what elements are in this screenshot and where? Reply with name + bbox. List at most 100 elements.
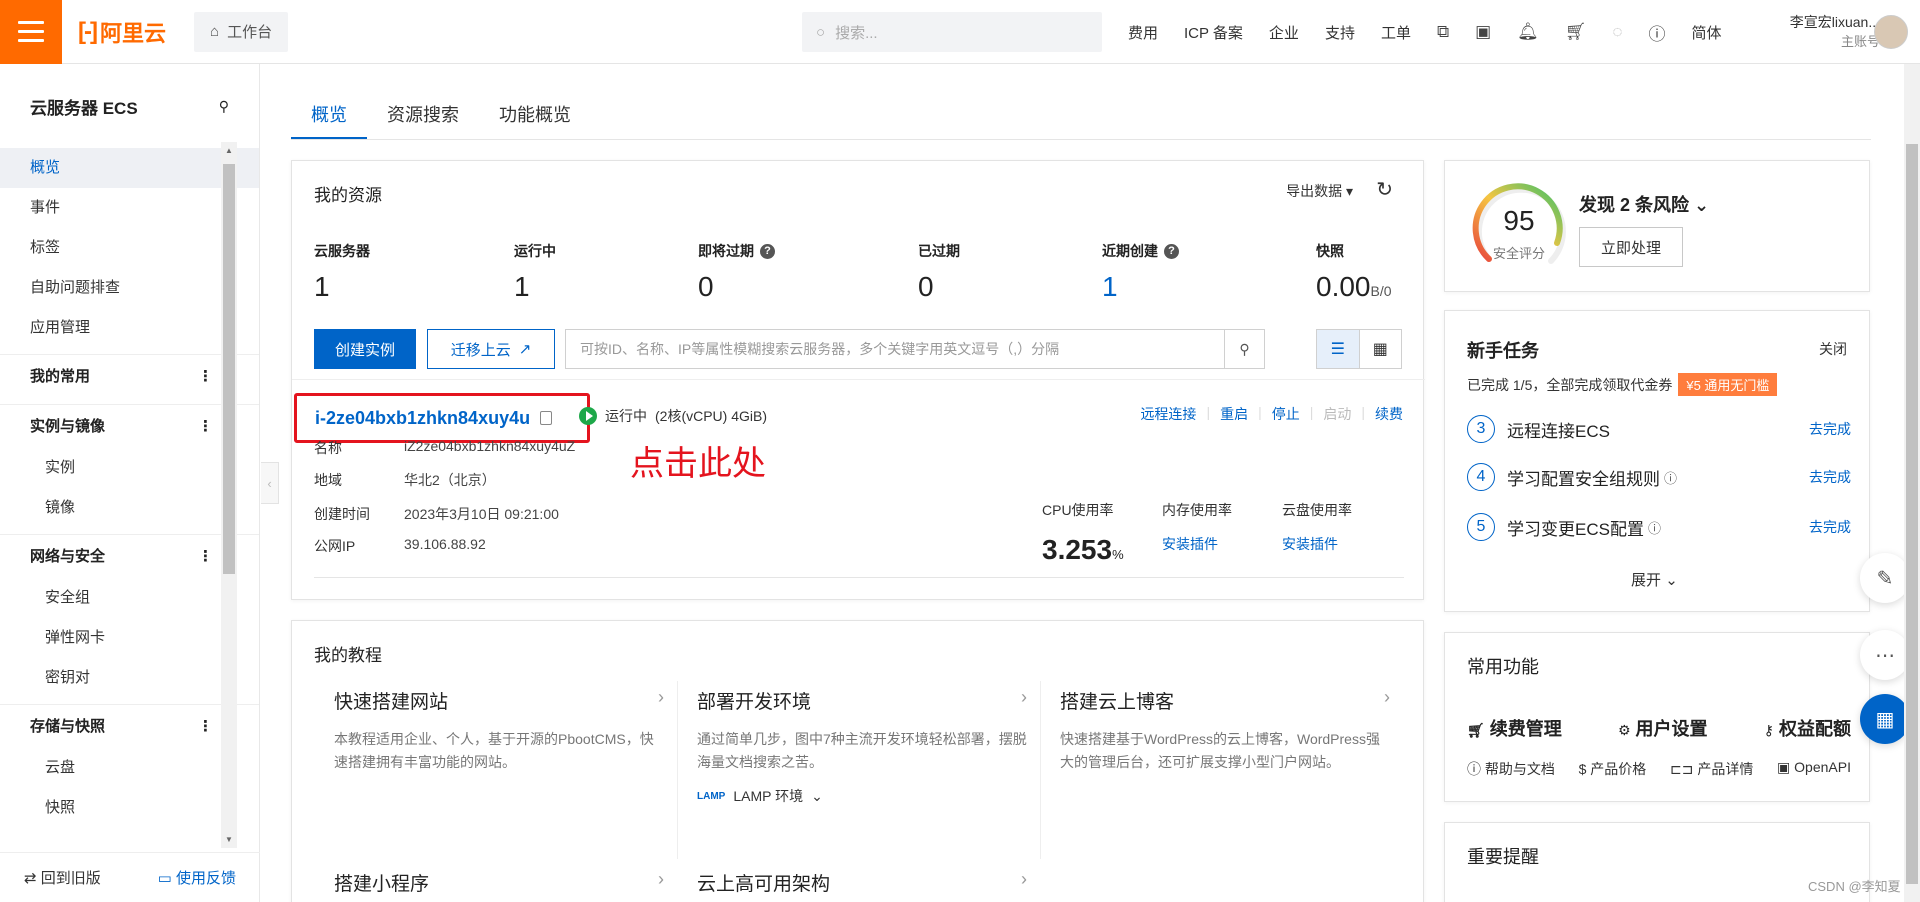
install-plugin-link[interactable]: 安装插件 (1162, 534, 1232, 554)
top-nav: 费用 ICP 备案 企业 支持 工单 ⧉ ▣ 🔔︎ 🛒︎ ◌ ⓘ 简体 (1128, 0, 1721, 64)
chevron-right-icon: › (1384, 687, 1390, 707)
task-item: 4 学习配置安全组规则 ⓘ 去完成 (1467, 463, 1851, 491)
nav-support[interactable]: 支持 (1325, 22, 1355, 43)
refresh-icon[interactable]: ↻ (1376, 177, 1393, 202)
pricing-link[interactable]: $ 产品价格 (1579, 759, 1647, 779)
risk-summary[interactable]: 发现 2 条风险 ⌄ (1579, 191, 1709, 217)
avatar[interactable] (1874, 15, 1908, 49)
help-icon[interactable]: ⓘ (1648, 20, 1665, 45)
workbench-button[interactable]: ⌂ 工作台 (194, 11, 289, 52)
start-link: 启动 (1323, 406, 1352, 422)
instance-id-highlight[interactable]: i-2ze04bxb1zhkn84xuy4u (294, 393, 590, 443)
help-icon[interactable]: ⓘ (1664, 468, 1677, 487)
expand-tasks-button[interactable]: 展开 ⌄ (1631, 569, 1678, 590)
nav-fees[interactable]: 费用 (1128, 22, 1158, 43)
product-details-link[interactable]: ⊏⊐ 产品详情 (1670, 759, 1753, 779)
help-icon[interactable]: ⓘ (1648, 518, 1661, 537)
cart-icon[interactable]: 🛒︎ (1565, 22, 1587, 42)
remote-connect-link[interactable]: 远程连接 (1140, 404, 1196, 424)
openapi-link[interactable]: ▣ OpenAPI (1777, 759, 1851, 779)
edit-icon[interactable]: ✎ (1860, 553, 1910, 603)
my-resources-card: 我的资源 导出数据 ▾ ↻ 云服务器 1 运行中 1 即将过期? 0 已过期 0… (291, 160, 1425, 600)
tasks-close-button[interactable]: 关闭 (1819, 339, 1847, 359)
page-scrollbar[interactable] (1904, 64, 1920, 902)
task-go-link[interactable]: 去完成 (1809, 467, 1851, 487)
tutorial-website[interactable]: 快速搭建网站 › 本教程适用企业、个人，基于开源的PbootCMS，快速搭建拥有丰… (334, 687, 664, 774)
common-functions-card: 常用功能 🛒︎ 续费管理 ⚙ 用户设置 ⚷ 权益配额 ⓘ 帮助与文档 $ 产品价… (1444, 632, 1870, 802)
chat-icon[interactable]: ⋯ (1860, 630, 1910, 680)
tab-overview[interactable]: 概览 (291, 91, 367, 139)
help-docs-link[interactable]: ⓘ 帮助与文档 (1467, 759, 1555, 779)
renew-link[interactable]: 续费 (1375, 404, 1403, 424)
instance-search-input[interactable]: 可按ID、名称、IP等属性模糊搜索云服务器，多个关键字用英文逗号（,）分隔 ⚲ (565, 329, 1265, 369)
account-info[interactable]: 李宣宏lixuan... 主账号 (1760, 12, 1880, 52)
divider (677, 681, 678, 859)
stop-link[interactable]: 停止 (1272, 404, 1300, 424)
divider (314, 577, 1404, 578)
reminders-title: 重要提醒 (1467, 847, 1539, 867)
language-switch[interactable]: 简体 (1691, 22, 1721, 43)
help-icon[interactable]: ? (1164, 243, 1179, 259)
stat-servers[interactable]: 云服务器 1 (314, 241, 370, 303)
tab-resource-search[interactable]: 资源搜索 (367, 91, 479, 139)
feedback-link[interactable]: ▭ 使用反馈 (158, 867, 236, 888)
task-go-link[interactable]: 去完成 (1809, 517, 1851, 537)
view-toggle: ☰ ▦ (1316, 329, 1402, 369)
more-icon[interactable]: ⋮ (198, 355, 213, 398)
handle-now-button[interactable]: 立即处理 (1579, 227, 1683, 267)
restart-link[interactable]: 重启 (1220, 404, 1248, 424)
renewal-management-link[interactable]: 🛒︎ 续费管理 (1467, 715, 1562, 741)
tasks-title: 新手任务 (1467, 341, 1539, 361)
more-icon[interactable]: ⋮ (198, 705, 213, 748)
more-icon[interactable]: ⋮ (198, 535, 213, 578)
help-icon[interactable]: ? (760, 243, 775, 259)
lamp-logo-icon: LAMP (697, 790, 726, 802)
functions-primary: 🛒︎ 续费管理 ⚙ 用户设置 ⚷ 权益配额 (1467, 715, 1851, 741)
back-to-old-version[interactable]: ⇄ 回到旧版 (24, 867, 101, 888)
stat-expiring[interactable]: 即将过期? 0 (698, 241, 775, 303)
bulb-icon[interactable]: ◌ (1612, 22, 1622, 42)
task-go-link[interactable]: 去完成 (1809, 419, 1851, 439)
create-instance-button[interactable]: 创建实例 (314, 329, 416, 369)
tab-feature-overview[interactable]: 功能概览 (479, 91, 591, 139)
beginner-tasks-card: 新手任务 关闭 已完成 1/5，全部完成领取代金券 ¥5 通用无门槛 3 远程连接… (1444, 310, 1870, 612)
resources-title: 我的资源 (314, 186, 382, 205)
stat-running[interactable]: 运行中 1 (514, 241, 556, 303)
tutorial-dev-env[interactable]: 部署开发环境 › 通过简单几步，图中7种主流开发环境轻松部署，摆脱海量文档搜索之苦… (697, 687, 1027, 806)
account-name: 李宣宏lixuan... (1789, 14, 1880, 30)
nav-ticket[interactable]: 工单 (1381, 22, 1411, 43)
list-view-icon[interactable]: ☰ (1317, 330, 1360, 368)
code-icon[interactable]: ⧉ (1437, 22, 1449, 42)
tutorial-ha-arch[interactable]: 云上高可用架构 › (697, 869, 1027, 896)
bell-icon[interactable]: 🔔︎ (1517, 22, 1539, 42)
apps-icon[interactable]: ▦ (1860, 694, 1910, 744)
more-icon[interactable]: ⋮ (198, 405, 213, 448)
stat-snapshots[interactable]: 快照 0.00B/0 (1316, 241, 1392, 303)
nav-icp[interactable]: ICP 备案 (1184, 22, 1243, 43)
sidebar-scrollbar[interactable]: ▲ ▼ (221, 142, 237, 848)
aliyun-logo[interactable]: [-] 阿里云 (78, 16, 166, 48)
search-icon[interactable]: ⚲ (1224, 330, 1264, 368)
tutorial-miniprogram[interactable]: 搭建小程序 › (334, 869, 664, 896)
nav-enterprise[interactable]: 企业 (1269, 22, 1299, 43)
terminal-icon[interactable]: ▣ (1475, 22, 1491, 42)
security-gauge[interactable]: 95 安全评分 (1467, 177, 1571, 281)
install-plugin-link[interactable]: 安装插件 (1282, 534, 1352, 554)
global-search-input[interactable]: ○ 搜索... (802, 12, 1102, 52)
grid-view-icon[interactable]: ▦ (1360, 330, 1402, 368)
sidebar-search-icon[interactable]: ⚲ (219, 98, 229, 115)
menu-icon[interactable] (0, 0, 62, 64)
sidebar-collapse-icon[interactable]: ‹ (261, 462, 279, 504)
user-settings-link[interactable]: ⚙ 用户设置 (1618, 715, 1708, 741)
migrate-to-cloud-button[interactable]: 迁移上云 ↗ (427, 329, 555, 369)
copy-icon[interactable] (540, 411, 553, 425)
security-score-card: 95 安全评分 发现 2 条风险 ⌄ 立即处理 (1444, 160, 1870, 292)
instance-id-link[interactable]: i-2ze04bxb1zhkn84xuy4u (315, 408, 530, 429)
chevron-down-icon: ⌄ (1694, 195, 1710, 215)
quota-link[interactable]: ⚷ 权益配额 (1764, 715, 1851, 741)
export-data-dropdown[interactable]: 导出数据 ▾ (1286, 181, 1353, 201)
stat-recent[interactable]: 近期创建? 1 (1102, 241, 1179, 303)
stat-expired[interactable]: 已过期 0 (918, 241, 960, 303)
tutorial-blog[interactable]: 搭建云上博客 › 快速搭建基于WordPress的云上博客，WordPress强大… (1060, 687, 1390, 774)
lamp-env-dropdown[interactable]: LAMP LAMP 环境 ⌄ (697, 786, 1027, 806)
